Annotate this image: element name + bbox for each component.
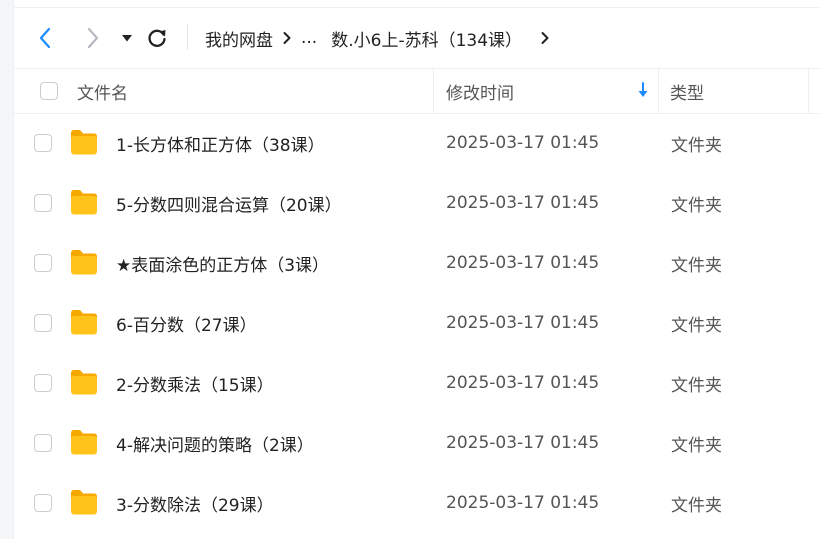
column-divider <box>658 69 659 113</box>
row-checkbox[interactable] <box>34 494 52 512</box>
file-name[interactable]: 3-分数除法（29课） <box>116 473 274 533</box>
file-type: 文件夹 <box>671 315 722 336</box>
table-row[interactable]: 2-分数乘法（15课） 2025-03-17 01:45 文件夹 <box>13 353 820 413</box>
row-checkbox[interactable] <box>34 374 52 392</box>
folder-icon <box>69 247 99 281</box>
breadcrumb-expand-icon[interactable] <box>540 31 550 45</box>
folder-icon <box>69 427 99 461</box>
folder-icon <box>69 187 99 221</box>
folder-icon <box>69 367 99 401</box>
folder-icon <box>69 307 99 341</box>
refresh-button[interactable] <box>143 22 171 54</box>
caret-down-icon <box>122 35 132 42</box>
column-header-type[interactable]: 类型 <box>670 69 704 113</box>
back-button[interactable] <box>31 22 59 54</box>
file-name[interactable]: 2-分数乘法（15课） <box>116 353 274 413</box>
arrow-down-icon[interactable] <box>637 81 649 104</box>
row-checkbox[interactable] <box>34 254 52 272</box>
modified-time: 2025-03-17 01:45 <box>446 193 600 213</box>
chevron-right-icon <box>87 27 99 49</box>
row-checkbox[interactable] <box>34 314 52 332</box>
folder-icon <box>69 487 99 521</box>
file-type: 文件夹 <box>671 255 722 276</box>
left-sidebar-edge <box>0 0 14 539</box>
modified-time: 2025-03-17 01:45 <box>446 493 600 513</box>
modified-time: 2025-03-17 01:45 <box>446 133 600 153</box>
table-row[interactable]: 1-长方体和正方体（38课） 2025-03-17 01:45 文件夹 <box>13 113 820 173</box>
row-checkbox[interactable] <box>34 194 52 212</box>
column-divider <box>808 69 809 113</box>
file-type: 文件夹 <box>671 195 722 216</box>
column-divider <box>433 69 434 113</box>
file-name[interactable]: ★表面涂色的正方体（3课） <box>116 233 329 293</box>
navigation-bar: 我的网盘 ... 数.小6上-苏科（134课） <box>13 8 820 68</box>
file-type: 文件夹 <box>671 375 722 396</box>
table-row[interactable]: 5-分数四则混合运算（20课） 2025-03-17 01:45 文件夹 <box>13 173 820 233</box>
modified-time: 2025-03-17 01:45 <box>446 313 600 333</box>
toolbar-divider <box>187 24 188 50</box>
file-type: 文件夹 <box>671 495 722 516</box>
modified-time: 2025-03-17 01:45 <box>446 433 600 453</box>
folder-icon <box>69 127 99 161</box>
column-header-name[interactable]: 文件名 <box>77 69 128 113</box>
select-all-checkbox[interactable] <box>40 69 58 113</box>
file-name[interactable]: 5-分数四则混合运算（20课） <box>116 173 342 233</box>
row-checkbox[interactable] <box>34 434 52 452</box>
modified-time: 2025-03-17 01:45 <box>446 253 600 273</box>
history-dropdown-button[interactable] <box>115 22 139 54</box>
table-row[interactable]: 3-分数除法（29课） 2025-03-17 01:45 文件夹 <box>13 473 820 533</box>
breadcrumb-separator-icon <box>273 31 301 45</box>
column-header-time[interactable]: 修改时间 <box>446 69 514 113</box>
file-type: 文件夹 <box>671 435 722 456</box>
breadcrumb-current: 数.小6上-苏科（134课） <box>331 30 523 51</box>
file-name[interactable]: 4-解决问题的策略（2课） <box>116 413 314 473</box>
table-row[interactable]: 4-解决问题的策略（2课） 2025-03-17 01:45 文件夹 <box>13 413 820 473</box>
breadcrumb-root[interactable]: 我的网盘 <box>205 26 273 51</box>
file-type: 文件夹 <box>671 135 722 156</box>
breadcrumb: 我的网盘 ... 数.小6上-苏科（134课） <box>205 22 550 54</box>
row-checkbox[interactable] <box>34 134 52 152</box>
file-list-header: 文件名 修改时间 类型 <box>13 68 820 114</box>
chevron-left-icon <box>39 27 51 49</box>
table-row[interactable]: ★表面涂色的正方体（3课） 2025-03-17 01:45 文件夹 <box>13 233 820 293</box>
forward-button[interactable] <box>79 22 107 54</box>
file-name[interactable]: 1-长方体和正方体（38课） <box>116 113 325 173</box>
table-row[interactable]: 6-百分数（27课） 2025-03-17 01:45 文件夹 <box>13 293 820 353</box>
modified-time: 2025-03-17 01:45 <box>446 373 600 393</box>
breadcrumb-ellipsis[interactable]: ... <box>301 28 317 48</box>
file-name[interactable]: 6-百分数（27课） <box>116 293 257 353</box>
refresh-icon <box>148 29 166 47</box>
